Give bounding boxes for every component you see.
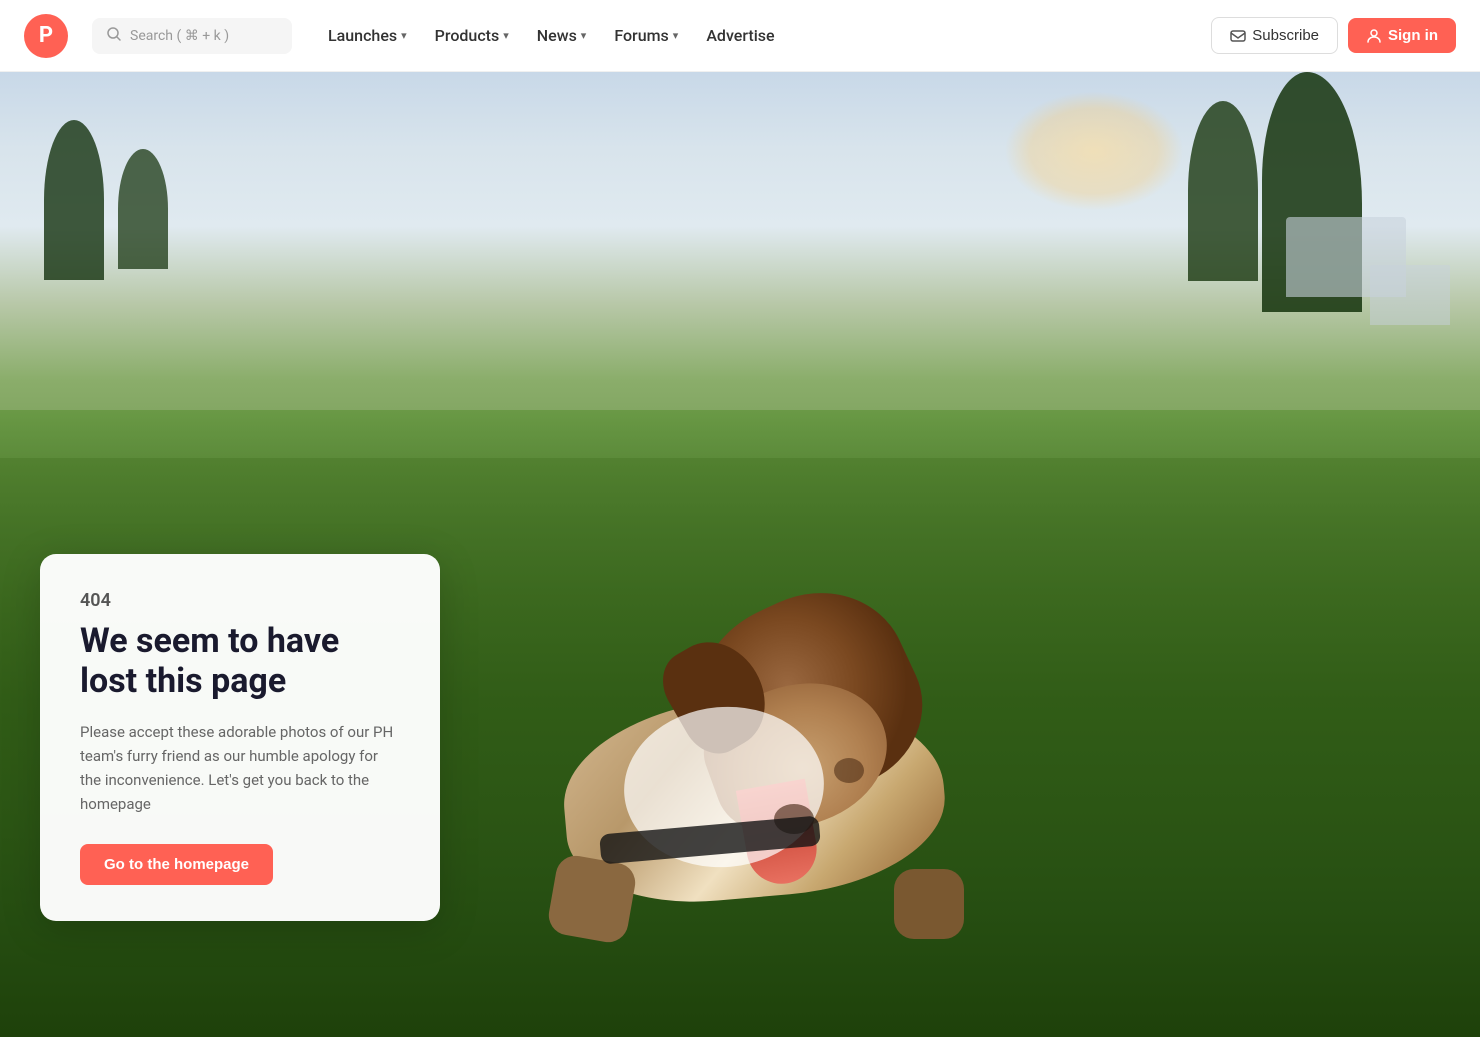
error-description: Please accept these adorable photos of o… [80, 720, 400, 816]
nav-products[interactable]: Products ▾ [423, 18, 521, 53]
logo-letter: P [39, 23, 53, 48]
launches-chevron-icon: ▾ [401, 29, 407, 42]
dog-image [444, 540, 1044, 960]
nav-news[interactable]: News ▾ [525, 18, 599, 53]
nav-links: Launches ▾ Products ▾ News ▾ Forums ▾ Ad… [316, 18, 1203, 53]
nav-launches-label: Launches [328, 26, 397, 45]
subscribe-label: Subscribe [1252, 27, 1319, 44]
search-icon [106, 26, 122, 46]
logo[interactable]: P [24, 14, 68, 58]
go-to-homepage-button[interactable]: Go to the homepage [80, 844, 273, 885]
subscribe-button[interactable]: Subscribe [1211, 17, 1338, 54]
nav-advertise[interactable]: Advertise [694, 18, 786, 53]
navbar: P Search ( ⌘ + k ) Launches ▾ Products ▾… [0, 0, 1480, 72]
nav-products-label: Products [435, 26, 500, 45]
nav-forums-label: Forums [614, 26, 668, 45]
products-chevron-icon: ▾ [503, 29, 509, 42]
signin-icon [1366, 28, 1382, 44]
error-card: 404 We seem to have lost this page Pleas… [40, 554, 440, 922]
nav-right: Subscribe Sign in [1211, 17, 1456, 54]
nav-news-label: News [537, 26, 577, 45]
search-box[interactable]: Search ( ⌘ + k ) [92, 18, 292, 54]
signin-label: Sign in [1388, 27, 1438, 44]
nav-forums[interactable]: Forums ▾ [602, 18, 690, 53]
nav-advertise-label: Advertise [706, 26, 774, 45]
signin-button[interactable]: Sign in [1348, 18, 1456, 53]
search-placeholder: Search ( ⌘ + k ) [130, 28, 229, 44]
nav-launches[interactable]: Launches ▾ [316, 18, 419, 53]
error-code: 404 [80, 590, 400, 611]
email-icon [1230, 28, 1246, 44]
news-chevron-icon: ▾ [581, 29, 587, 42]
forums-chevron-icon: ▾ [673, 29, 679, 42]
hero-area: 404 We seem to have lost this page Pleas… [0, 72, 1480, 1037]
error-title: We seem to have lost this page [80, 621, 400, 703]
